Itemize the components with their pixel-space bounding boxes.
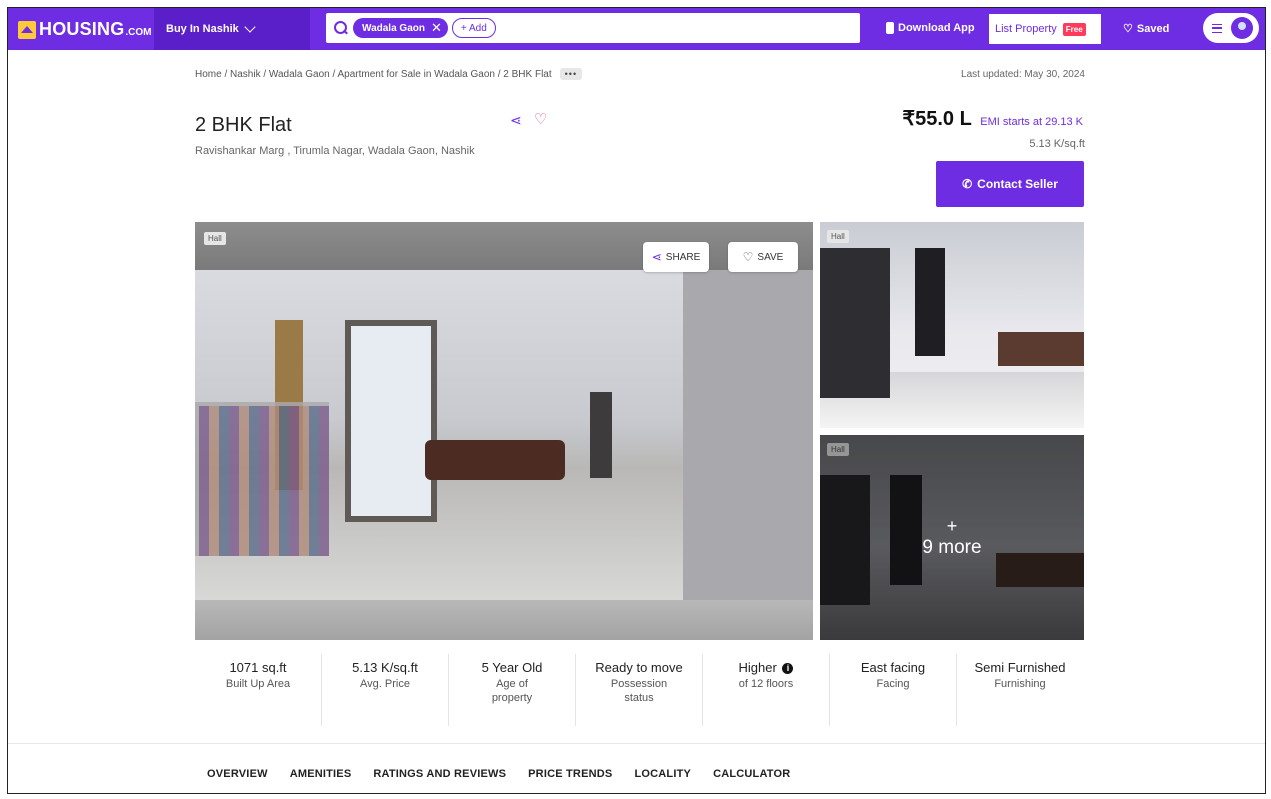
more-photos-count: 9 more [922,536,982,558]
stat-label: Facing [876,678,910,690]
section-divider [8,743,1265,744]
tab-price-trends[interactable]: PRICE TRENDS [528,768,612,780]
main-photo[interactable]: Hall ⋖ SHARE ♡ SAVE [195,222,813,640]
tab-amenities[interactable]: AMENITIES [290,768,352,780]
stat-value: 5 Year Old [481,660,543,675]
saved-link[interactable]: ♡ Saved [1123,22,1170,36]
housing-logo[interactable]: HOUSING .COM [18,19,152,40]
section-tabs: OVERVIEW AMENITIES RATINGS AND REVIEWS P… [207,768,812,780]
logo-mark-icon [18,20,36,39]
stat-label: Possession status [610,678,668,704]
city-selector-button[interactable]: Buy In Nashik [154,8,310,50]
share-icon: ⋖ [651,250,662,264]
photo-sofa [425,440,565,480]
saved-label: Saved [1136,22,1170,35]
stat-value: Higher [738,660,777,675]
photo-tag: Hall [827,230,849,243]
stat-age: 5 Year Old Age of property [449,654,576,726]
avatar [1231,17,1253,39]
search-icon [334,21,348,35]
stat-label: Age of property [491,678,533,704]
stat-value: 5.13 K/sq.ft [352,660,418,675]
photo-blur-bottom [195,600,813,640]
thumb-cabinet [820,248,890,398]
add-locality-button[interactable]: + Add [451,18,496,38]
download-app-label: Download App [898,22,975,34]
price-block: ₹55.0 L EMI starts at 29.13 K [883,106,1083,131]
photo-wall [683,270,813,600]
stat-floor: Higher i of 12 floors [703,654,830,726]
stat-label: of 12 floors [738,678,794,690]
logo-sub: .COM [125,26,152,38]
heart-outline-icon: ♡ [1123,23,1133,35]
stat-label: Built Up Area [225,678,291,690]
stat-furnishing: Semi Furnished Furnishing [957,654,1083,726]
tab-ratings-and-reviews[interactable]: RATINGS AND REVIEWS [373,768,506,780]
list-property-label: List Property [995,23,1057,35]
photo-share-button[interactable]: ⋖ SHARE [643,242,709,272]
thumb-couch [998,332,1084,366]
contact-seller-label: Contact Seller [977,177,1058,191]
photo-save-button[interactable]: ♡ SAVE [728,242,798,272]
tab-calculator[interactable]: CALCULATOR [713,768,790,780]
chevron-down-icon [244,21,256,33]
stat-facing: East facing Facing [830,654,957,726]
breadcrumb: Home / Nashik / Wadala Gaon / Apartment … [195,68,583,80]
photo-share-label: SHARE [665,251,701,263]
page-title: 2 BHK Flat [195,114,292,136]
stat-avg-price: 5.13 K/sq.ft Avg. Price [322,654,449,726]
list-property-button[interactable]: List Property Free [989,14,1101,44]
thumb-door [915,248,945,356]
price-amount: ₹55.0 L [902,108,972,130]
photo-save-label: SAVE [757,251,784,263]
stat-possession: Ready to move Possession status [576,654,703,726]
stat-floor-value: Higher i [703,660,829,675]
thumbnail-photo[interactable]: Hall [820,222,1084,428]
more-photos-overlay[interactable]: + 9 more [820,435,1084,640]
download-app-link[interactable]: Download App [886,22,975,34]
stat-value: East facing [860,660,926,675]
close-icon[interactable]: ✕ [431,20,442,36]
stat-value: Ready to move [595,660,683,675]
photo-blur-top [195,222,813,270]
page-frame: HOUSING .COM Buy In Nashik Wadala Gaon ✕… [7,7,1266,794]
tab-locality[interactable]: LOCALITY [634,768,691,780]
heart-icon[interactable]: ♡ [534,110,547,128]
stat-built-up-area: 1071 sq.ft Built Up Area [195,654,322,726]
stat-value: Semi Furnished [974,660,1066,675]
stat-label: Furnishing [994,678,1046,690]
breadcrumb-text[interactable]: Home / Nashik / Wadala Gaon / Apartment … [195,69,552,80]
logo-text: HOUSING [39,19,125,39]
search-bar[interactable]: Wadala Gaon ✕ + Add [326,13,860,43]
stat-label: Avg. Price [360,678,410,690]
stat-value: 1071 sq.ft [229,660,287,675]
more-photos-thumbnail[interactable]: Hall + 9 more [820,435,1084,640]
locality-chip-label: Wadala Gaon [362,22,425,34]
price-per-sqft: 5.13 K/sq.ft [1029,138,1085,150]
property-address: Ravishankar Marg , Tirumla Nagar, Wadala… [195,145,475,157]
heart-outline-icon: ♡ [742,250,754,264]
photo-tag: Hall [204,232,226,245]
contact-seller-button[interactable]: ✆ Contact Seller [936,161,1084,207]
photo-doorway [345,320,437,522]
plus-icon: + [946,515,958,536]
phone-call-icon: ✆ [962,177,973,191]
free-badge: Free [1062,22,1086,36]
phone-icon [886,22,894,34]
photo-fridge [590,392,612,478]
hamburger-menu-icon [1212,23,1222,33]
emi-link[interactable]: EMI starts at 29.13 K [980,116,1083,128]
photo-clothes-rack [195,402,329,556]
top-nav-bar: HOUSING .COM Buy In Nashik Wadala Gaon ✕… [8,8,1265,50]
user-menu-button[interactable] [1203,13,1259,43]
locality-chip[interactable]: Wadala Gaon ✕ [353,18,448,38]
info-icon[interactable]: i [782,663,794,674]
last-updated: Last updated: May 30, 2024 [961,69,1085,80]
share-icon[interactable]: ⋖ [510,112,522,129]
breadcrumb-more-button[interactable]: ••• [559,68,583,80]
tab-overview[interactable]: OVERVIEW [207,768,268,780]
city-selector-label: Buy In Nashik [166,23,239,35]
property-stats: 1071 sq.ft Built Up Area 5.13 K/sq.ft Av… [195,654,1083,726]
